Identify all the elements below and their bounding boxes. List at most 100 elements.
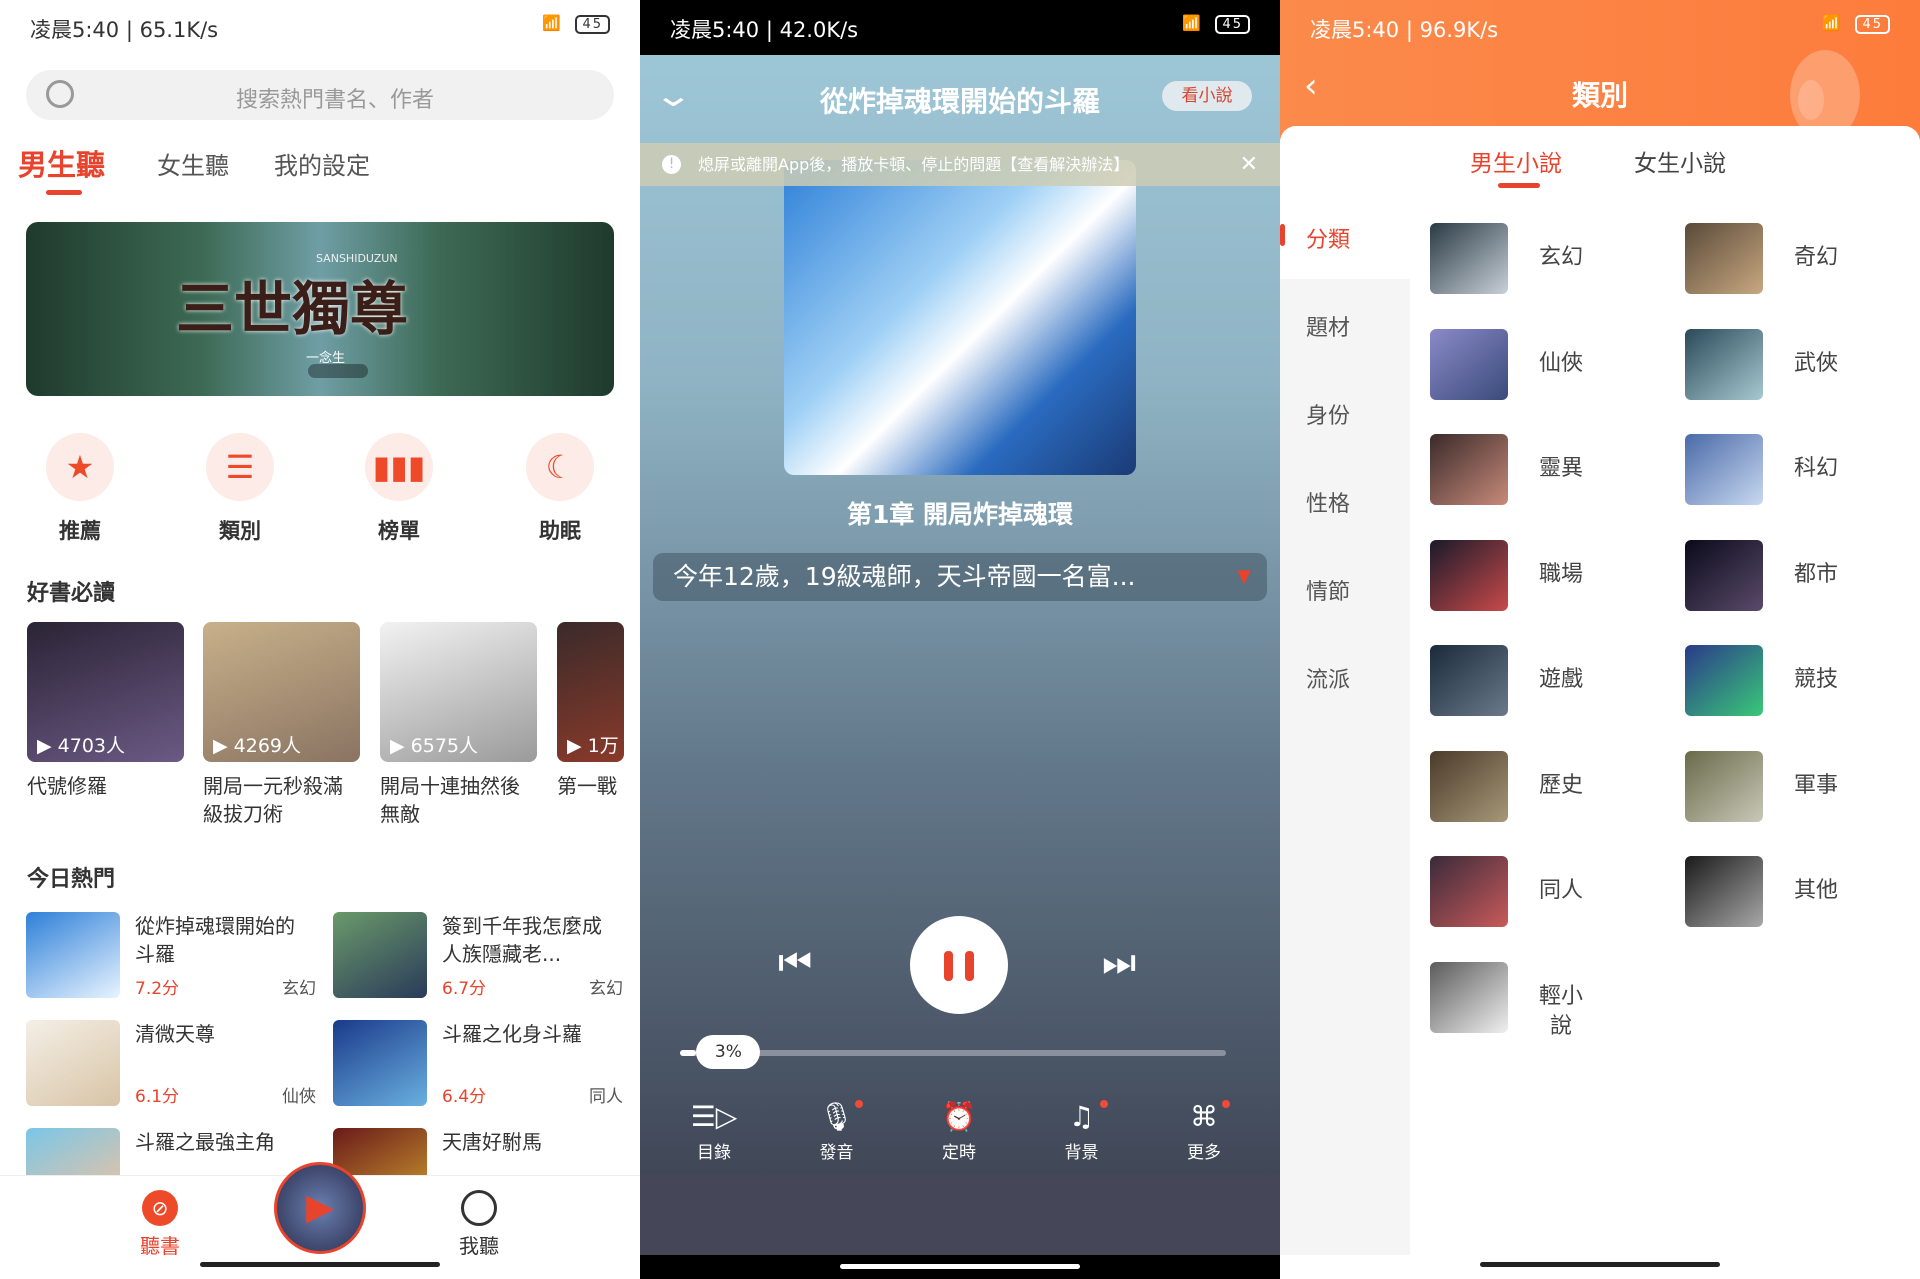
category-item[interactable]: 職場 [1430,539,1670,612]
category-thumbnail [1685,223,1763,294]
tab-female-novel[interactable]: 女生小說 [1634,144,1726,178]
book-title: 斗羅之最強主角 [135,1130,275,1154]
category-label: 仙俠 [1538,350,1583,376]
pause-icon [944,951,953,981]
category-thumbnail [1685,856,1763,927]
book-card[interactable]: ▶ 6575人 開局十連抽然後無敵 [380,622,537,828]
now-playing-disc[interactable]: ▶ [274,1162,366,1254]
tab-male-novel[interactable]: 男生小說 [1470,144,1562,178]
category-item[interactable]: 歷史 [1430,750,1670,823]
book-genre: 同人 [589,1087,623,1107]
category-label: 同人 [1538,878,1583,903]
quick-category[interactable]: ☰ 類別 [200,433,280,545]
pause-icon-bar [965,951,974,981]
quick-label: 榜單 [378,519,420,543]
tab-settings[interactable]: 我的設定 [274,146,370,181]
notice-bar[interactable]: ! 熄屏或離開App後，播放卡頓、停止的問題【查看解決辦法】 ✕ [640,143,1280,186]
category-thumbnail [1430,434,1508,505]
category-item[interactable]: 玄幻 [1430,223,1670,295]
tool-more-grid[interactable]: ⌘ 更多 [1164,1100,1244,1163]
carousel-indicator [308,364,368,378]
read-novel-button[interactable]: 看小說 [1162,81,1252,111]
category-item[interactable]: 仙俠 [1430,328,1670,401]
listener-count: ▶ 6575人 [390,735,479,757]
sidebar-item[interactable]: 題材 [1306,310,1350,342]
sidebar-item[interactable]: 性格 [1306,486,1350,518]
sidebar-item[interactable]: 流派 [1306,662,1350,694]
user-icon [461,1190,497,1226]
sidebar-active-marker [1280,224,1285,246]
category-sidebar: 分類題材身份性格情節流派 [1280,190,1410,1255]
hot-book[interactable]: 清微天尊 6.1分 仙俠 [26,1020,316,1108]
tool-microphone[interactable]: 🎙 發音 [797,1100,877,1163]
section-title: 好書必讀 [27,581,116,606]
tool-alarm[interactable]: ⏰ 定時 [919,1100,999,1163]
category-item[interactable]: 軍事 [1685,750,1920,823]
category-item[interactable]: 遊戲 [1430,645,1670,717]
category-label: 競技 [1793,667,1838,692]
compass-icon: ⊘ [142,1190,178,1226]
category-label: 其他 [1793,878,1838,903]
category-item[interactable]: 靈異 [1430,434,1670,506]
book-title: 天唐好駙馬 [442,1130,542,1154]
quick-chart[interactable]: ▮▮▮ 榜單 [359,433,439,545]
close-icon[interactable]: ✕ [1240,143,1258,186]
quick-label: 推薦 [59,519,101,543]
previous-icon[interactable]: ⏮ [778,940,812,985]
category-thumbnail [1430,961,1508,1033]
nav-my[interactable]: 我聽 [439,1190,519,1259]
category-item[interactable]: 奇幻 [1685,223,1920,295]
book-card[interactable]: ▶ 4703人 代號修羅 [27,622,184,800]
pause-button[interactable] [910,916,1008,1014]
category-item[interactable]: 都市 [1685,539,1920,612]
nav-listen[interactable]: ⊘ 聽書 [120,1190,200,1259]
expand-icon[interactable]: ▼ [1237,553,1251,601]
progress-slider[interactable]: 3% [680,1035,1226,1069]
banner[interactable]: SANSHIDUZUN 三世獨尊 一念生 [26,222,614,396]
hot-book[interactable]: 斗羅之化身斗蘿 6.4分 同人 [333,1020,623,1108]
home-indicator [200,1262,440,1267]
sidebar-item[interactable]: 分類 [1306,222,1350,254]
tab-male[interactable]: 男生聽 [18,142,105,184]
tool-list-play[interactable]: ☰▷ 目錄 [674,1100,754,1163]
category-item[interactable]: 其他 [1685,856,1920,928]
quick-label: 助眠 [539,519,581,543]
search-input[interactable]: 搜索熱門書名、作者 [26,70,614,120]
more-grid-icon: ⌘ [1164,1100,1244,1138]
bookmark-star-icon: ★ [46,433,114,501]
tool-label: 目錄 [697,1143,731,1163]
category-thumbnail [1430,856,1508,927]
tool-music-note[interactable]: ♫ 背景 [1042,1100,1122,1163]
quick-moon[interactable]: ☾ 助眠 [520,433,600,545]
category-item[interactable]: 同人 [1430,856,1670,928]
sidebar-item[interactable]: 情節 [1306,574,1350,606]
microphone-icon: 🎙 [797,1100,877,1138]
tool-label: 定時 [942,1143,976,1163]
category-item[interactable]: 武俠 [1685,328,1920,401]
category-label: 歷史 [1538,772,1583,798]
book-genre: 仙俠 [282,1087,316,1107]
category-thumbnail [1685,750,1763,822]
progress-thumb[interactable]: 3% [696,1035,761,1069]
category-label: 職場 [1538,561,1583,587]
bottom-area [640,1175,1280,1255]
tab-female[interactable]: 女生聽 [157,146,229,181]
category-item[interactable]: 競技 [1685,645,1920,717]
book-cover: ▶ 4269人 [203,622,360,762]
badge-dot [1222,1100,1230,1108]
hot-book[interactable]: 從炸掉魂環開始的斗羅 7.2分 玄幻 [26,912,316,1000]
category-item[interactable]: 輕小說 [1430,961,1670,1039]
category-item[interactable]: 科幻 [1685,434,1920,506]
notice-text[interactable]: 熄屏或離開App後，播放卡頓、停止的問題【查看解決辦法】 [698,155,1129,174]
battery-icon: 45 [1215,15,1250,34]
status-icons: 📶 45 [542,14,610,34]
category-label: 武俠 [1793,350,1838,376]
next-icon[interactable]: ⏭ [1102,940,1136,985]
book-card[interactable]: ▶ 4269人 開局一元秒殺滿級拔刀術 [203,622,360,828]
sidebar-item[interactable]: 身份 [1306,398,1350,430]
chapter-summary[interactable]: 今年12歲，19級魂師，天斗帝國一名富... ▼ [653,553,1267,601]
quick-bookmark-star[interactable]: ★ 推薦 [40,433,120,545]
book-card[interactable]: ▶ 1万 第一戰 [557,622,624,800]
hot-book[interactable]: 簽到千年我怎麼成人族隱藏老... 6.7分 玄幻 [333,912,623,1000]
book-cover [26,1020,120,1106]
